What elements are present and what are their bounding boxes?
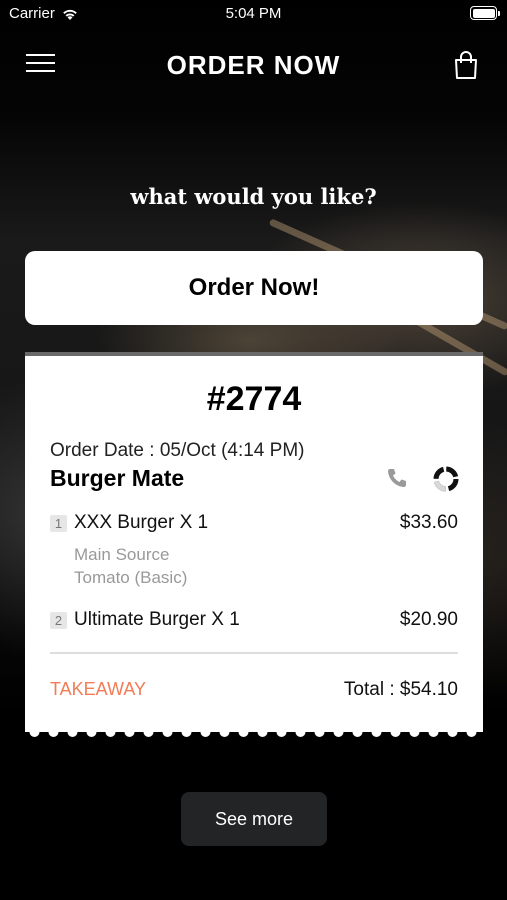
store-name: Burger Mate xyxy=(50,465,185,491)
see-more-button[interactable]: See more xyxy=(181,792,327,846)
item-price: $20.90 xyxy=(399,609,458,630)
order-item: 2 Ultimate Burger X 1 $20.90 xyxy=(50,609,458,635)
order-now-button[interactable]: Order Now! xyxy=(25,251,483,325)
item-option: Main Source xyxy=(74,545,170,564)
item-index: 1 xyxy=(50,515,67,532)
phone-icon[interactable] xyxy=(385,466,409,490)
ticket-top-border xyxy=(25,352,483,356)
ticket-scalloped-edge xyxy=(25,727,483,739)
order-ticket-card: #2774 Order Date : 05/Oct (4:14 PM) Burg… xyxy=(25,352,483,732)
shopping-bag-icon[interactable] xyxy=(453,50,479,80)
status-bar: Carrier 5:04 PM xyxy=(0,0,507,28)
order-item: 1 XXX Burger X 1 $33.60 Main Source Toma… xyxy=(50,512,458,592)
item-option: Tomato (Basic) xyxy=(74,568,188,587)
page-title: ORDER NOW xyxy=(166,50,341,80)
loading-spinner-icon xyxy=(433,466,459,492)
divider xyxy=(50,652,458,654)
order-type-label: TAKEAWAY xyxy=(50,679,147,699)
nav-bar: ORDER NOW xyxy=(0,40,507,90)
item-name: Ultimate Burger X 1 xyxy=(74,609,240,630)
order-total: Total : $54.10 xyxy=(343,679,458,700)
battery-icon xyxy=(470,6,500,20)
item-index: 2 xyxy=(50,612,67,629)
order-number: #2774 xyxy=(206,380,302,418)
status-time: 5:04 PM xyxy=(225,5,282,22)
prompt-heading: what would you like? xyxy=(130,184,377,209)
item-name: XXX Burger X 1 xyxy=(74,512,209,533)
item-price: $33.60 xyxy=(399,512,458,533)
order-date: Order Date : 05/Oct (4:14 PM) xyxy=(50,440,305,461)
